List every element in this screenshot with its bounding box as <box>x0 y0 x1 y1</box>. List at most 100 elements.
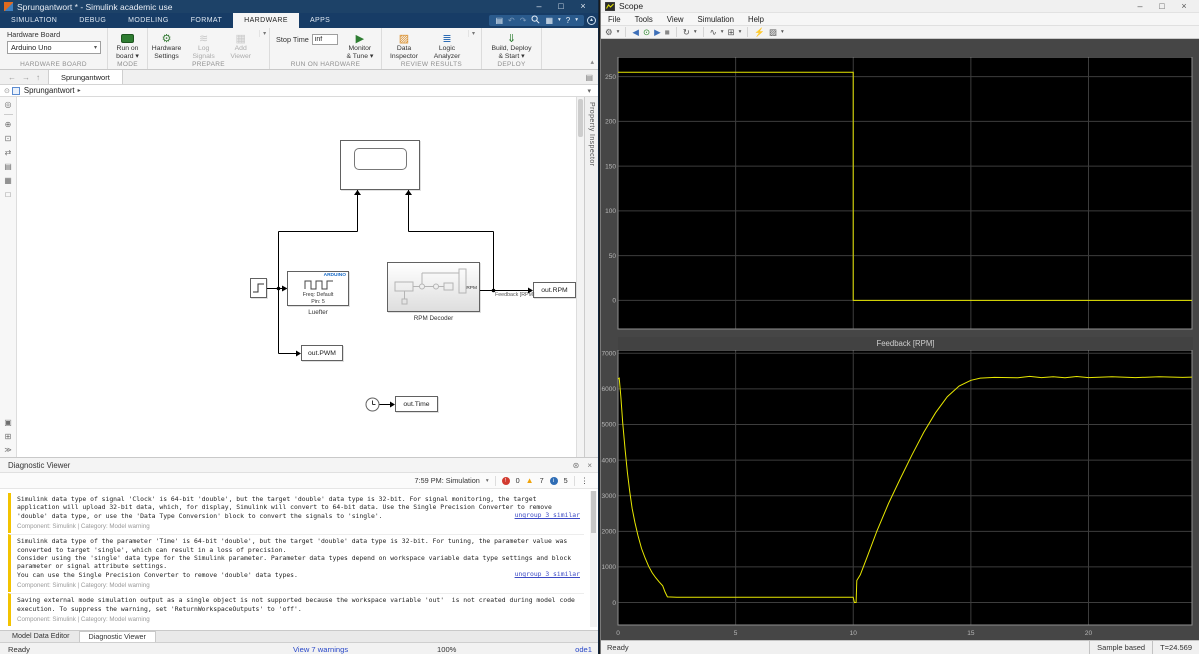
help-icon[interactable]: ? <box>566 15 570 26</box>
menu-help[interactable]: Help <box>741 15 771 24</box>
breadcrumb-item[interactable]: Sprungantwort <box>24 86 75 95</box>
model-hierarchy-icon[interactable]: ⊙ <box>4 87 10 95</box>
outport-rpm-block[interactable]: out.RPM <box>533 282 576 298</box>
maximize-button[interactable]: □ <box>1151 0 1173 13</box>
hardware-board-select[interactable]: Arduino Uno ▾ <box>7 41 101 54</box>
scope-plot-top[interactable]: 050100150200250 <box>601 57 1193 330</box>
chevron-down-icon[interactable]: ▾ <box>575 15 578 26</box>
chevron-down-icon[interactable]: ▾ <box>486 478 489 484</box>
chevron-down-icon[interactable]: ▾ <box>694 26 697 38</box>
brush-icon[interactable]: ▨ <box>769 26 777 38</box>
stop-icon[interactable]: ■ <box>665 26 670 38</box>
forward-icon[interactable]: → <box>22 73 30 82</box>
area-icon[interactable]: □ <box>6 190 11 199</box>
tab-diagnostic-viewer[interactable]: Diagnostic Viewer <box>79 631 156 642</box>
solver-link[interactable]: ode1 <box>575 645 592 654</box>
browser-icon[interactable]: ◎ <box>5 100 12 109</box>
ungroup-link[interactable]: ungroup 3 similar <box>515 511 580 519</box>
tab-hardware[interactable]: HARDWARE <box>233 13 299 28</box>
chevron-down-icon[interactable]: ▾ <box>721 26 724 38</box>
image-icon[interactable]: ▦ <box>4 176 12 185</box>
monitor-icon[interactable]: ▦ <box>545 15 553 26</box>
view-warnings-link[interactable]: View 7 warnings <box>293 645 348 654</box>
model-canvas[interactable]: ARDUINO Freq: Default Pin: 5 Luefter <box>17 97 576 457</box>
diag-close-icon[interactable]: × <box>587 461 592 470</box>
rewind-icon[interactable]: ◀ <box>632 26 639 38</box>
logic-analyzer-button[interactable]: ≣ Logic Analyzer <box>426 30 468 60</box>
diagnostic-message[interactable]: Simulink data type of signal 'Clock' is … <box>8 493 584 533</box>
data-inspector-button[interactable]: ▨ Data Inspector <box>382 30 426 60</box>
property-inspector-tab[interactable]: Property Inspector <box>584 97 598 457</box>
warning-count[interactable]: 7 <box>540 476 544 485</box>
zoom-icon[interactable]: ⊞ <box>728 26 735 38</box>
screenshot-icon[interactable]: ▣ <box>4 418 12 427</box>
monitor-tune-button[interactable]: ▶ Monitor & Tune ▾ <box>340 30 380 60</box>
diag-settings-icon[interactable]: ⊛ <box>573 461 580 470</box>
run-selector[interactable]: 7:59 PM: Simulation <box>415 476 480 485</box>
cursor-measurements-icon[interactable]: ∿ <box>710 26 717 38</box>
more-icon[interactable]: ≫ <box>4 446 11 454</box>
chevron-down-icon[interactable]: ▾ <box>558 15 561 26</box>
menu-simulation[interactable]: Simulation <box>691 15 741 24</box>
step-block[interactable] <box>250 278 267 298</box>
step-forward-icon[interactable]: ▶ <box>654 26 661 38</box>
save-icon[interactable]: ▤ <box>495 15 503 26</box>
kebab-menu-icon[interactable]: ⋮ <box>581 476 588 485</box>
chevron-down-icon[interactable]: ▾ <box>617 26 620 38</box>
error-count[interactable]: 0 <box>516 476 520 485</box>
document-tab[interactable]: Sprungantwort <box>48 70 123 84</box>
pwm-block[interactable]: ARDUINO Freq: Default Pin: 5 <box>287 271 349 306</box>
viewmarks-icon[interactable]: ⊞ <box>5 432 12 441</box>
chevron-down-icon[interactable]: ▾ <box>587 87 594 95</box>
minimize-button[interactable]: – <box>528 0 550 13</box>
outport-pwm-block[interactable]: out.PWM <box>301 345 343 361</box>
scope-plot-bottom[interactable]: 0100020003000400050006000700005101520 <box>601 350 1193 639</box>
tab-modeling[interactable]: MODELING <box>117 13 180 28</box>
up-icon[interactable]: ↑ <box>36 73 40 82</box>
tab-debug[interactable]: DEBUG <box>68 13 117 28</box>
gear-icon[interactable]: ⚙ <box>605 26 613 38</box>
tab-format[interactable]: FORMAT <box>180 13 233 28</box>
tab-simulation[interactable]: SIMULATION <box>0 13 68 28</box>
canvas-vertical-scrollbar[interactable] <box>576 97 584 457</box>
chevron-down-icon[interactable]: ▾ <box>739 26 742 38</box>
menu-file[interactable]: File <box>601 15 628 24</box>
trigger-icon[interactable]: ⚡ <box>754 26 765 38</box>
maximize-button[interactable]: □ <box>550 0 572 13</box>
signal-route-icon[interactable]: ⇄ <box>5 148 12 157</box>
annotation-icon[interactable]: ▤ <box>4 162 12 171</box>
outport-time-block[interactable]: out.Time <box>395 396 438 412</box>
collapse-ribbon-icon[interactable]: ▴ <box>590 58 594 66</box>
simulation-stepping-icon[interactable]: ↻ <box>683 26 690 38</box>
info-count[interactable]: 5 <box>564 476 568 485</box>
minimize-button[interactable]: – <box>1129 0 1151 13</box>
minimize-ribbon-icon[interactable]: ▴ <box>587 16 596 25</box>
prepare-gallery-arrow[interactable]: ▾ <box>259 30 269 37</box>
tab-model-data-editor[interactable]: Model Data Editor <box>3 631 79 642</box>
run-on-board-button[interactable]: Run on board ▾ <box>109 30 147 60</box>
hardware-settings-button[interactable]: ⚙ Hardware Settings <box>148 30 185 60</box>
diagnostic-message[interactable]: Simulink data type of the parameter 'Tim… <box>8 534 584 592</box>
add-viewer-button[interactable]: ▦ Add Viewer <box>222 30 259 60</box>
diagnostic-scrollbar[interactable] <box>590 491 597 627</box>
undo-icon[interactable]: ↶ <box>508 15 515 26</box>
chevron-down-icon[interactable]: ▾ <box>781 26 784 38</box>
diagnostic-message[interactable]: Saving external mode simulation output a… <box>8 593 584 626</box>
close-button[interactable]: × <box>1173 0 1195 13</box>
clock-block[interactable] <box>365 397 380 417</box>
fit-view-icon[interactable]: ⊡ <box>5 134 12 143</box>
run-icon[interactable]: ⊙ <box>643 26 650 38</box>
redo-icon[interactable]: ↷ <box>520 15 527 26</box>
tab-apps[interactable]: APPS <box>299 13 341 28</box>
zoom-icon[interactable]: ⊕ <box>5 120 12 129</box>
stop-time-input[interactable] <box>312 34 338 45</box>
search-icon[interactable] <box>531 15 540 27</box>
build-deploy-button[interactable]: ⇓ Build, Deploy & Start ▾ <box>484 30 540 60</box>
review-gallery-arrow[interactable]: ▾ <box>468 30 478 37</box>
menu-tools[interactable]: Tools <box>628 15 660 24</box>
ungroup-link[interactable]: ungroup 3 similar <box>515 570 580 578</box>
back-icon[interactable]: ← <box>8 73 16 82</box>
subsystem-badge-icon[interactable]: ▤ <box>585 70 598 84</box>
log-signals-button[interactable]: ≋ Log Signals <box>185 30 222 60</box>
rpm-decoder-block[interactable]: RPM <box>387 262 480 312</box>
